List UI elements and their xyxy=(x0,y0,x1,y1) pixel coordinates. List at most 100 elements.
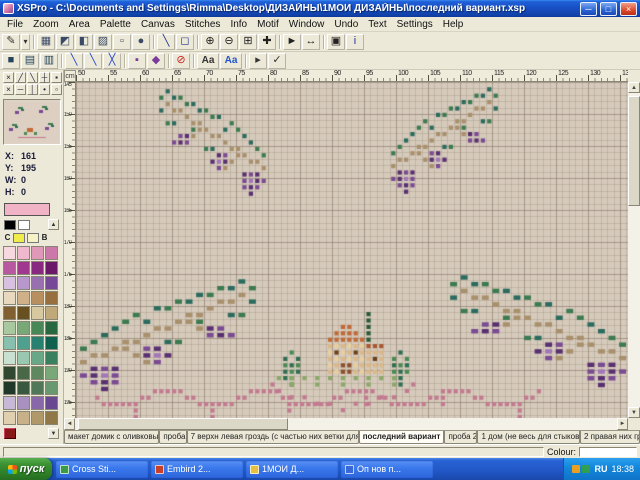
palette-swatch-41[interactable] xyxy=(3,396,16,410)
palette-swatch-16[interactable] xyxy=(45,291,58,305)
palette-swatch-15[interactable] xyxy=(31,291,44,305)
scroll-left-button[interactable]: ◄ xyxy=(64,418,75,430)
palette-swatch-31[interactable] xyxy=(31,351,44,365)
font-normal-button[interactable]: Aa xyxy=(197,53,219,69)
backstitch-cross-tool[interactable]: ╳ xyxy=(103,53,121,69)
mini-petite-stitch[interactable]: ▪ xyxy=(51,72,62,83)
palette-swatch-20[interactable] xyxy=(45,306,58,320)
palette-swatch-48[interactable] xyxy=(45,411,58,425)
palette-swatch-33[interactable] xyxy=(3,366,16,380)
palette-swatch-22[interactable] xyxy=(17,321,30,335)
palette-swatch-8[interactable] xyxy=(45,261,58,275)
language-indicator[interactable]: RU xyxy=(594,464,607,474)
palette-swatch-12[interactable] xyxy=(45,276,58,290)
backstitch-thin-tool[interactable]: ╲ xyxy=(65,53,83,69)
move-tool[interactable]: ↔ xyxy=(302,34,320,50)
palette-scroll-down-button[interactable]: ▼ xyxy=(48,428,59,439)
tab-3[interactable]: 7 верхн левая гроздь (с частью них ветки… xyxy=(187,431,359,444)
palette-swatch-26[interactable] xyxy=(17,336,30,350)
selected-colour-swatch[interactable] xyxy=(4,203,50,216)
tab-4[interactable]: последний вариант xyxy=(359,431,445,444)
palette-swatch-34[interactable] xyxy=(17,366,30,380)
petite-stitch-tool[interactable]: ▫ xyxy=(113,34,131,50)
pale-yellow-swatch[interactable] xyxy=(27,233,39,243)
select-tool[interactable]: ► xyxy=(283,34,301,50)
check-tool[interactable]: ✓ xyxy=(268,53,286,69)
backstitch-thick-tool[interactable]: ╲ xyxy=(84,53,102,69)
palette-swatch-46[interactable] xyxy=(17,411,30,425)
palette-swatch-39[interactable] xyxy=(31,381,44,395)
palette-swatch-17[interactable] xyxy=(3,306,16,320)
back-stitch-tool[interactable]: ▨ xyxy=(94,34,112,50)
pencil-tool[interactable]: ✎ xyxy=(2,34,20,50)
tab-5[interactable]: проба 2 xyxy=(444,431,477,444)
taskbar-item-4[interactable]: Оп нов п... xyxy=(341,461,433,478)
menu-item-8[interactable]: Motif xyxy=(252,19,284,30)
palette-mark-button[interactable] xyxy=(4,428,16,439)
scroll-right-button[interactable]: ► xyxy=(617,418,628,430)
palette-swatch-28[interactable] xyxy=(45,336,58,350)
delete-colour-tool[interactable]: ⊘ xyxy=(172,53,190,69)
half-block-tool[interactable]: ▤ xyxy=(21,53,39,69)
vertical-scroll-thumb[interactable] xyxy=(628,96,640,206)
stitch-canvas[interactable] xyxy=(76,82,628,418)
erase-tool[interactable]: ◻ xyxy=(176,34,194,50)
half-stitch-tool[interactable]: ◩ xyxy=(56,34,74,50)
palette-swatch-23[interactable] xyxy=(31,321,44,335)
palette-swatch-29[interactable] xyxy=(3,351,16,365)
palette-swatch-32[interactable] xyxy=(45,351,58,365)
palette-swatch-30[interactable] xyxy=(17,351,30,365)
menu-item-7[interactable]: Info xyxy=(225,19,252,30)
taskbar-item-3[interactable]: 1МОИ Д... xyxy=(246,461,338,478)
quarter-stitch-tool[interactable]: ◧ xyxy=(75,34,93,50)
mini-bead-stitch[interactable]: ▫ xyxy=(51,84,62,95)
solid-block-tool[interactable]: ■ xyxy=(2,53,20,69)
menu-item-1[interactable]: File xyxy=(2,19,28,30)
menu-item-13[interactable]: Help xyxy=(438,19,469,30)
horizontal-scroll-thumb[interactable] xyxy=(78,418,288,430)
mini-hline-stitch[interactable]: ─ xyxy=(15,84,26,95)
menu-item-5[interactable]: Canvas xyxy=(136,19,180,30)
zoom-area-tool[interactable]: ⊞ xyxy=(239,34,257,50)
scroll-down-button[interactable]: ▼ xyxy=(628,407,640,418)
vertical-scrollbar[interactable]: ▲ ▼ xyxy=(628,82,640,418)
taskbar-item-1[interactable]: Cross Sti... xyxy=(56,461,148,478)
marker-tool[interactable]: ▸ xyxy=(249,53,267,69)
menu-item-10[interactable]: Undo xyxy=(329,19,363,30)
scroll-up-button[interactable]: ▲ xyxy=(628,82,640,93)
palette-swatch-3[interactable] xyxy=(31,246,44,260)
palette-swatch-2[interactable] xyxy=(17,246,30,260)
grid-toggle[interactable]: ▣ xyxy=(327,34,345,50)
bead-large-tool[interactable]: ◆ xyxy=(147,53,165,69)
info-tool[interactable]: i xyxy=(346,34,364,50)
pan-tool[interactable]: ✚ xyxy=(258,34,276,50)
start-button[interactable]: пуск xyxy=(0,458,52,480)
palette-swatch-7[interactable] xyxy=(31,261,44,275)
tab-2[interactable]: проба xyxy=(159,431,186,444)
zoom-out-tool[interactable]: ⊖ xyxy=(220,34,238,50)
palette-swatch-40[interactable] xyxy=(45,381,58,395)
horizontal-scrollbar[interactable]: ◄ ► xyxy=(64,418,628,430)
menu-item-6[interactable]: Stitches xyxy=(180,19,226,30)
taskbar-item-2[interactable]: Embird 2... xyxy=(151,461,243,478)
palette-swatch-19[interactable] xyxy=(31,306,44,320)
mini-back-stitch[interactable]: ┼ xyxy=(39,72,50,83)
palette-swatch-43[interactable] xyxy=(31,396,44,410)
palette-swatch-11[interactable] xyxy=(31,276,44,290)
palette-scroll-up-button[interactable]: ▲ xyxy=(48,219,59,230)
menu-item-9[interactable]: Window xyxy=(284,19,330,30)
palette-swatch-21[interactable] xyxy=(3,321,16,335)
palette-swatch-36[interactable] xyxy=(45,366,58,380)
mini-knot-stitch[interactable]: • xyxy=(39,84,50,95)
tab-1[interactable]: макет домик с оливковыми xyxy=(64,431,159,444)
line-tool[interactable]: ╲ xyxy=(157,34,175,50)
palette-swatch-1[interactable] xyxy=(3,246,16,260)
menu-item-4[interactable]: Palette xyxy=(95,19,136,30)
black-swatch[interactable] xyxy=(4,220,16,230)
menu-item-2[interactable]: Zoom xyxy=(28,19,64,30)
french-knot-tool[interactable]: ● xyxy=(132,34,150,50)
palette-swatch-14[interactable] xyxy=(17,291,30,305)
palette-swatch-4[interactable] xyxy=(45,246,58,260)
palette-swatch-44[interactable] xyxy=(45,396,58,410)
close-button[interactable]: × xyxy=(620,2,637,16)
